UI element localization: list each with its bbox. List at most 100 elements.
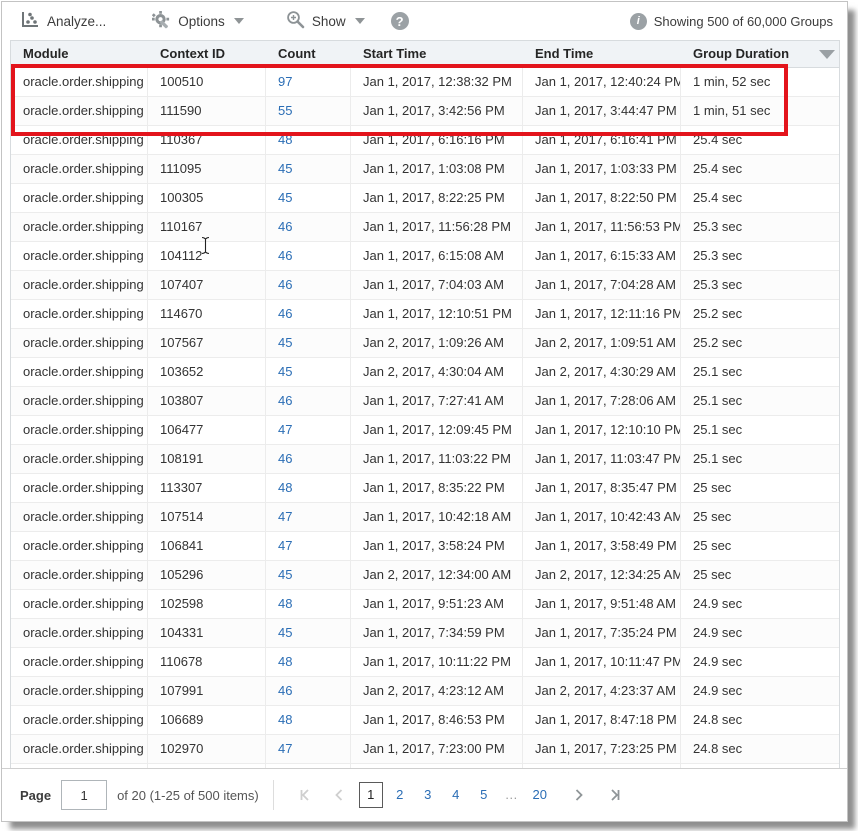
cell-count-link[interactable]: 46 <box>266 242 351 270</box>
cell-count-link[interactable]: 48 <box>266 590 351 618</box>
show-button[interactable]: Show <box>286 10 365 32</box>
cell-module: oracle.order.shipping <box>11 329 148 357</box>
last-page-icon[interactable] <box>602 782 628 808</box>
cell-module: oracle.order.shipping <box>11 706 148 734</box>
cell-count-link[interactable]: 45 <box>266 329 351 357</box>
cell-count-link[interactable]: 47 <box>266 735 351 763</box>
cell-count-link[interactable]: 46 <box>266 677 351 705</box>
cell-group-duration: 25.3 sec <box>681 271 815 299</box>
table-row[interactable]: oracle.order.shipping 103807 46 Jan 1, 2… <box>11 387 839 416</box>
table-row[interactable]: oracle.order.shipping 110167 46 Jan 1, 2… <box>11 213 839 242</box>
table-row[interactable]: oracle.order.shipping 102970 47 Jan 1, 2… <box>11 735 839 764</box>
cell-count-link[interactable]: 97 <box>266 68 351 96</box>
cell-gutter <box>815 532 839 560</box>
cell-gutter <box>815 416 839 444</box>
cell-count-link[interactable]: 46 <box>266 271 351 299</box>
table-row[interactable]: oracle.order.shipping 113307 48 Jan 1, 2… <box>11 474 839 503</box>
table-row[interactable]: oracle.order.shipping 107567 45 Jan 2, 2… <box>11 329 839 358</box>
cell-count-link[interactable]: 46 <box>266 445 351 473</box>
table-row[interactable]: oracle.order.shipping 108191 46 Jan 1, 2… <box>11 445 839 474</box>
table-row[interactable]: oracle.order.shipping 104331 45 Jan 1, 2… <box>11 619 839 648</box>
cell-end-time: Jan 1, 2017, 6:16:41 PM <box>523 126 681 154</box>
cell-start-time: Jan 2, 2017, 1:09:26 AM <box>351 329 523 357</box>
sort-descending-icon[interactable] <box>819 50 835 59</box>
column-header-group-duration[interactable]: Group Duration <box>681 41 815 67</box>
options-button[interactable]: Options <box>152 11 244 32</box>
page-number[interactable]: 3 <box>417 783 439 807</box>
table-header: Module Context ID Count Start Time End T… <box>11 41 839 68</box>
cell-gutter <box>815 387 839 415</box>
cell-count-link[interactable]: 47 <box>266 532 351 560</box>
cell-count-link[interactable]: 47 <box>266 503 351 531</box>
cell-count-link[interactable]: 55 <box>266 97 351 125</box>
cell-count-link[interactable]: 48 <box>266 474 351 502</box>
cell-end-time: Jan 1, 2017, 7:23:25 PM <box>523 735 681 763</box>
cell-start-time: Jan 2, 2017, 4:30:04 AM <box>351 358 523 386</box>
table-row[interactable]: oracle.order.shipping 111590 55 Jan 1, 2… <box>11 97 839 126</box>
first-page-icon[interactable] <box>292 782 318 808</box>
page-number[interactable]: 4 <box>445 783 467 807</box>
cell-group-duration: 1 min, 52 sec <box>681 68 815 96</box>
page-number[interactable]: 5 <box>473 783 495 807</box>
cell-count-link[interactable]: 45 <box>266 561 351 589</box>
column-header-start-time[interactable]: Start Time <box>351 41 523 67</box>
table-row[interactable]: oracle.order.shipping 100510 97 Jan 1, 2… <box>11 68 839 97</box>
table-row[interactable]: oracle.order.shipping 107514 47 Jan 1, 2… <box>11 503 839 532</box>
previous-page-icon[interactable] <box>326 782 352 808</box>
table-row[interactable]: oracle.order.shipping 107407 46 Jan 1, 2… <box>11 271 839 300</box>
cell-module: oracle.order.shipping <box>11 503 148 531</box>
column-header-end-time[interactable]: End Time <box>523 41 681 67</box>
analyze-button[interactable]: Analyze... <box>20 11 106 32</box>
table-row[interactable]: oracle.order.shipping 114670 46 Jan 1, 2… <box>11 300 839 329</box>
cell-count-link[interactable]: 46 <box>266 213 351 241</box>
cell-count-link[interactable]: 48 <box>266 126 351 154</box>
page-number[interactable]: 2 <box>389 783 411 807</box>
cell-count-link[interactable]: 46 <box>266 387 351 415</box>
cell-context-id: 110367 <box>148 126 266 154</box>
cell-count-link[interactable]: 45 <box>266 184 351 212</box>
cell-module: oracle.order.shipping <box>11 619 148 647</box>
cell-count-link[interactable]: 45 <box>266 358 351 386</box>
pagination-bar: Page of 20 (1-25 of 500 items) 12345…20 <box>2 768 847 821</box>
column-header-count[interactable]: Count <box>266 41 351 67</box>
table-row[interactable]: oracle.order.shipping 103652 45 Jan 2, 2… <box>11 358 839 387</box>
cell-context-id: 110167 <box>148 213 266 241</box>
table-row[interactable]: oracle.order.shipping 106689 48 Jan 1, 2… <box>11 706 839 735</box>
table-row[interactable]: oracle.order.shipping 110678 48 Jan 1, 2… <box>11 648 839 677</box>
cell-count-link[interactable]: 48 <box>266 706 351 734</box>
table-row[interactable]: oracle.order.shipping 102598 48 Jan 1, 2… <box>11 590 839 619</box>
cell-module: oracle.order.shipping <box>11 532 148 560</box>
column-header-context-id[interactable]: Context ID <box>148 41 266 67</box>
table-row[interactable]: oracle.order.shipping 105296 45 Jan 2, 2… <box>11 561 839 590</box>
column-header-module[interactable]: Module <box>11 41 148 67</box>
cell-module: oracle.order.shipping <box>11 358 148 386</box>
table-row[interactable]: oracle.order.shipping 106841 47 Jan 1, 2… <box>11 532 839 561</box>
cell-end-time: Jan 1, 2017, 12:10:10 PM <box>523 416 681 444</box>
analyze-label: Analyze... <box>47 14 106 29</box>
cell-start-time: Jan 1, 2017, 12:38:32 PM <box>351 68 523 96</box>
page-input[interactable] <box>61 780 107 810</box>
cell-module: oracle.order.shipping <box>11 300 148 328</box>
cell-gutter <box>815 474 839 502</box>
cell-count-link[interactable]: 46 <box>266 300 351 328</box>
table-row[interactable]: oracle.order.shipping 104112 46 Jan 1, 2… <box>11 242 839 271</box>
help-icon[interactable]: ? <box>391 12 409 30</box>
table-row[interactable]: oracle.order.shipping 110367 48 Jan 1, 2… <box>11 126 839 155</box>
cell-context-id: 107567 <box>148 329 266 357</box>
cell-count-link[interactable]: 45 <box>266 155 351 183</box>
cell-count-link[interactable]: 45 <box>266 619 351 647</box>
cell-end-time: Jan 1, 2017, 11:03:47 PM <box>523 445 681 473</box>
table-row[interactable]: oracle.order.shipping 111095 45 Jan 1, 2… <box>11 155 839 184</box>
page-number[interactable]: 20 <box>529 783 551 807</box>
cell-gutter <box>815 735 839 763</box>
table-row[interactable]: oracle.order.shipping 100305 45 Jan 1, 2… <box>11 184 839 213</box>
cell-group-duration: 25 sec <box>681 503 815 531</box>
table-row[interactable]: oracle.order.shipping 106477 47 Jan 1, 2… <box>11 416 839 445</box>
cell-count-link[interactable]: 47 <box>266 416 351 444</box>
cell-context-id: 107407 <box>148 271 266 299</box>
table-row[interactable]: oracle.order.shipping 107991 46 Jan 2, 2… <box>11 677 839 706</box>
cell-start-time: Jan 1, 2017, 11:03:22 PM <box>351 445 523 473</box>
cell-count-link[interactable]: 48 <box>266 648 351 676</box>
page-number[interactable]: 1 <box>359 782 383 808</box>
next-page-icon[interactable] <box>566 782 592 808</box>
